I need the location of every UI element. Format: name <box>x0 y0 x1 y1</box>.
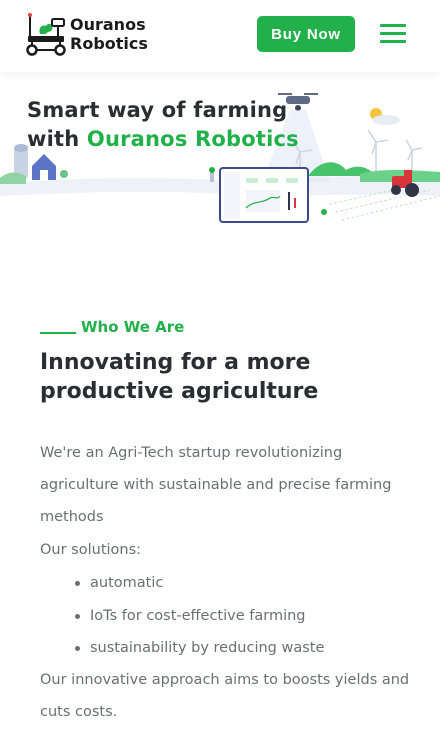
eyebrow-divider <box>40 332 76 334</box>
hero-title-prefix: with <box>27 127 87 151</box>
section-headline: Innovating for a more productive agricul… <box>40 350 319 404</box>
hamburger-bar <box>380 40 406 43</box>
logo-line1: Ouranos <box>70 15 146 34</box>
robot-logo-icon <box>26 13 66 56</box>
hero-banner: Smart way of farming with Ouranos Roboti… <box>0 72 440 232</box>
hamburger-bar <box>380 32 406 35</box>
logo-line2: Robotics <box>70 34 148 53</box>
hamburger-menu-button[interactable] <box>380 22 408 44</box>
hero-title: Smart way of farming with Ouranos Roboti… <box>27 96 299 154</box>
hero-title-line1: Smart way of farming <box>27 98 288 122</box>
solutions-label: Our solutions: <box>40 542 142 558</box>
eyebrow-text: Who We Are <box>81 318 185 336</box>
buy-now-button[interactable]: Buy Now <box>257 16 355 52</box>
hero-title-brand: Ouranos Robotics <box>86 127 299 151</box>
section-eyebrow: Who We Are <box>40 318 184 336</box>
sun-cloud-icon <box>370 108 400 125</box>
list-item: sustainability by reducing waste <box>72 632 324 665</box>
hamburger-icon <box>380 24 406 27</box>
dashboard-tablet-icon <box>219 167 309 223</box>
logo-wordmark: Ouranos Robotics <box>70 15 148 53</box>
site-logo[interactable]: Ouranos Robotics <box>26 12 148 56</box>
solutions-list: automatic IoTs for cost-effective farmin… <box>72 567 324 665</box>
list-item: automatic <box>72 567 324 600</box>
closing-paragraph: Our innovative approach aims to boosts y… <box>40 672 410 720</box>
list-item: IoTs for cost-effective farming <box>72 600 324 633</box>
intro-paragraph: We're an Agri-Tech startup revolutionizi… <box>40 445 392 525</box>
site-header: Ouranos Robotics Buy Now <box>0 0 440 72</box>
